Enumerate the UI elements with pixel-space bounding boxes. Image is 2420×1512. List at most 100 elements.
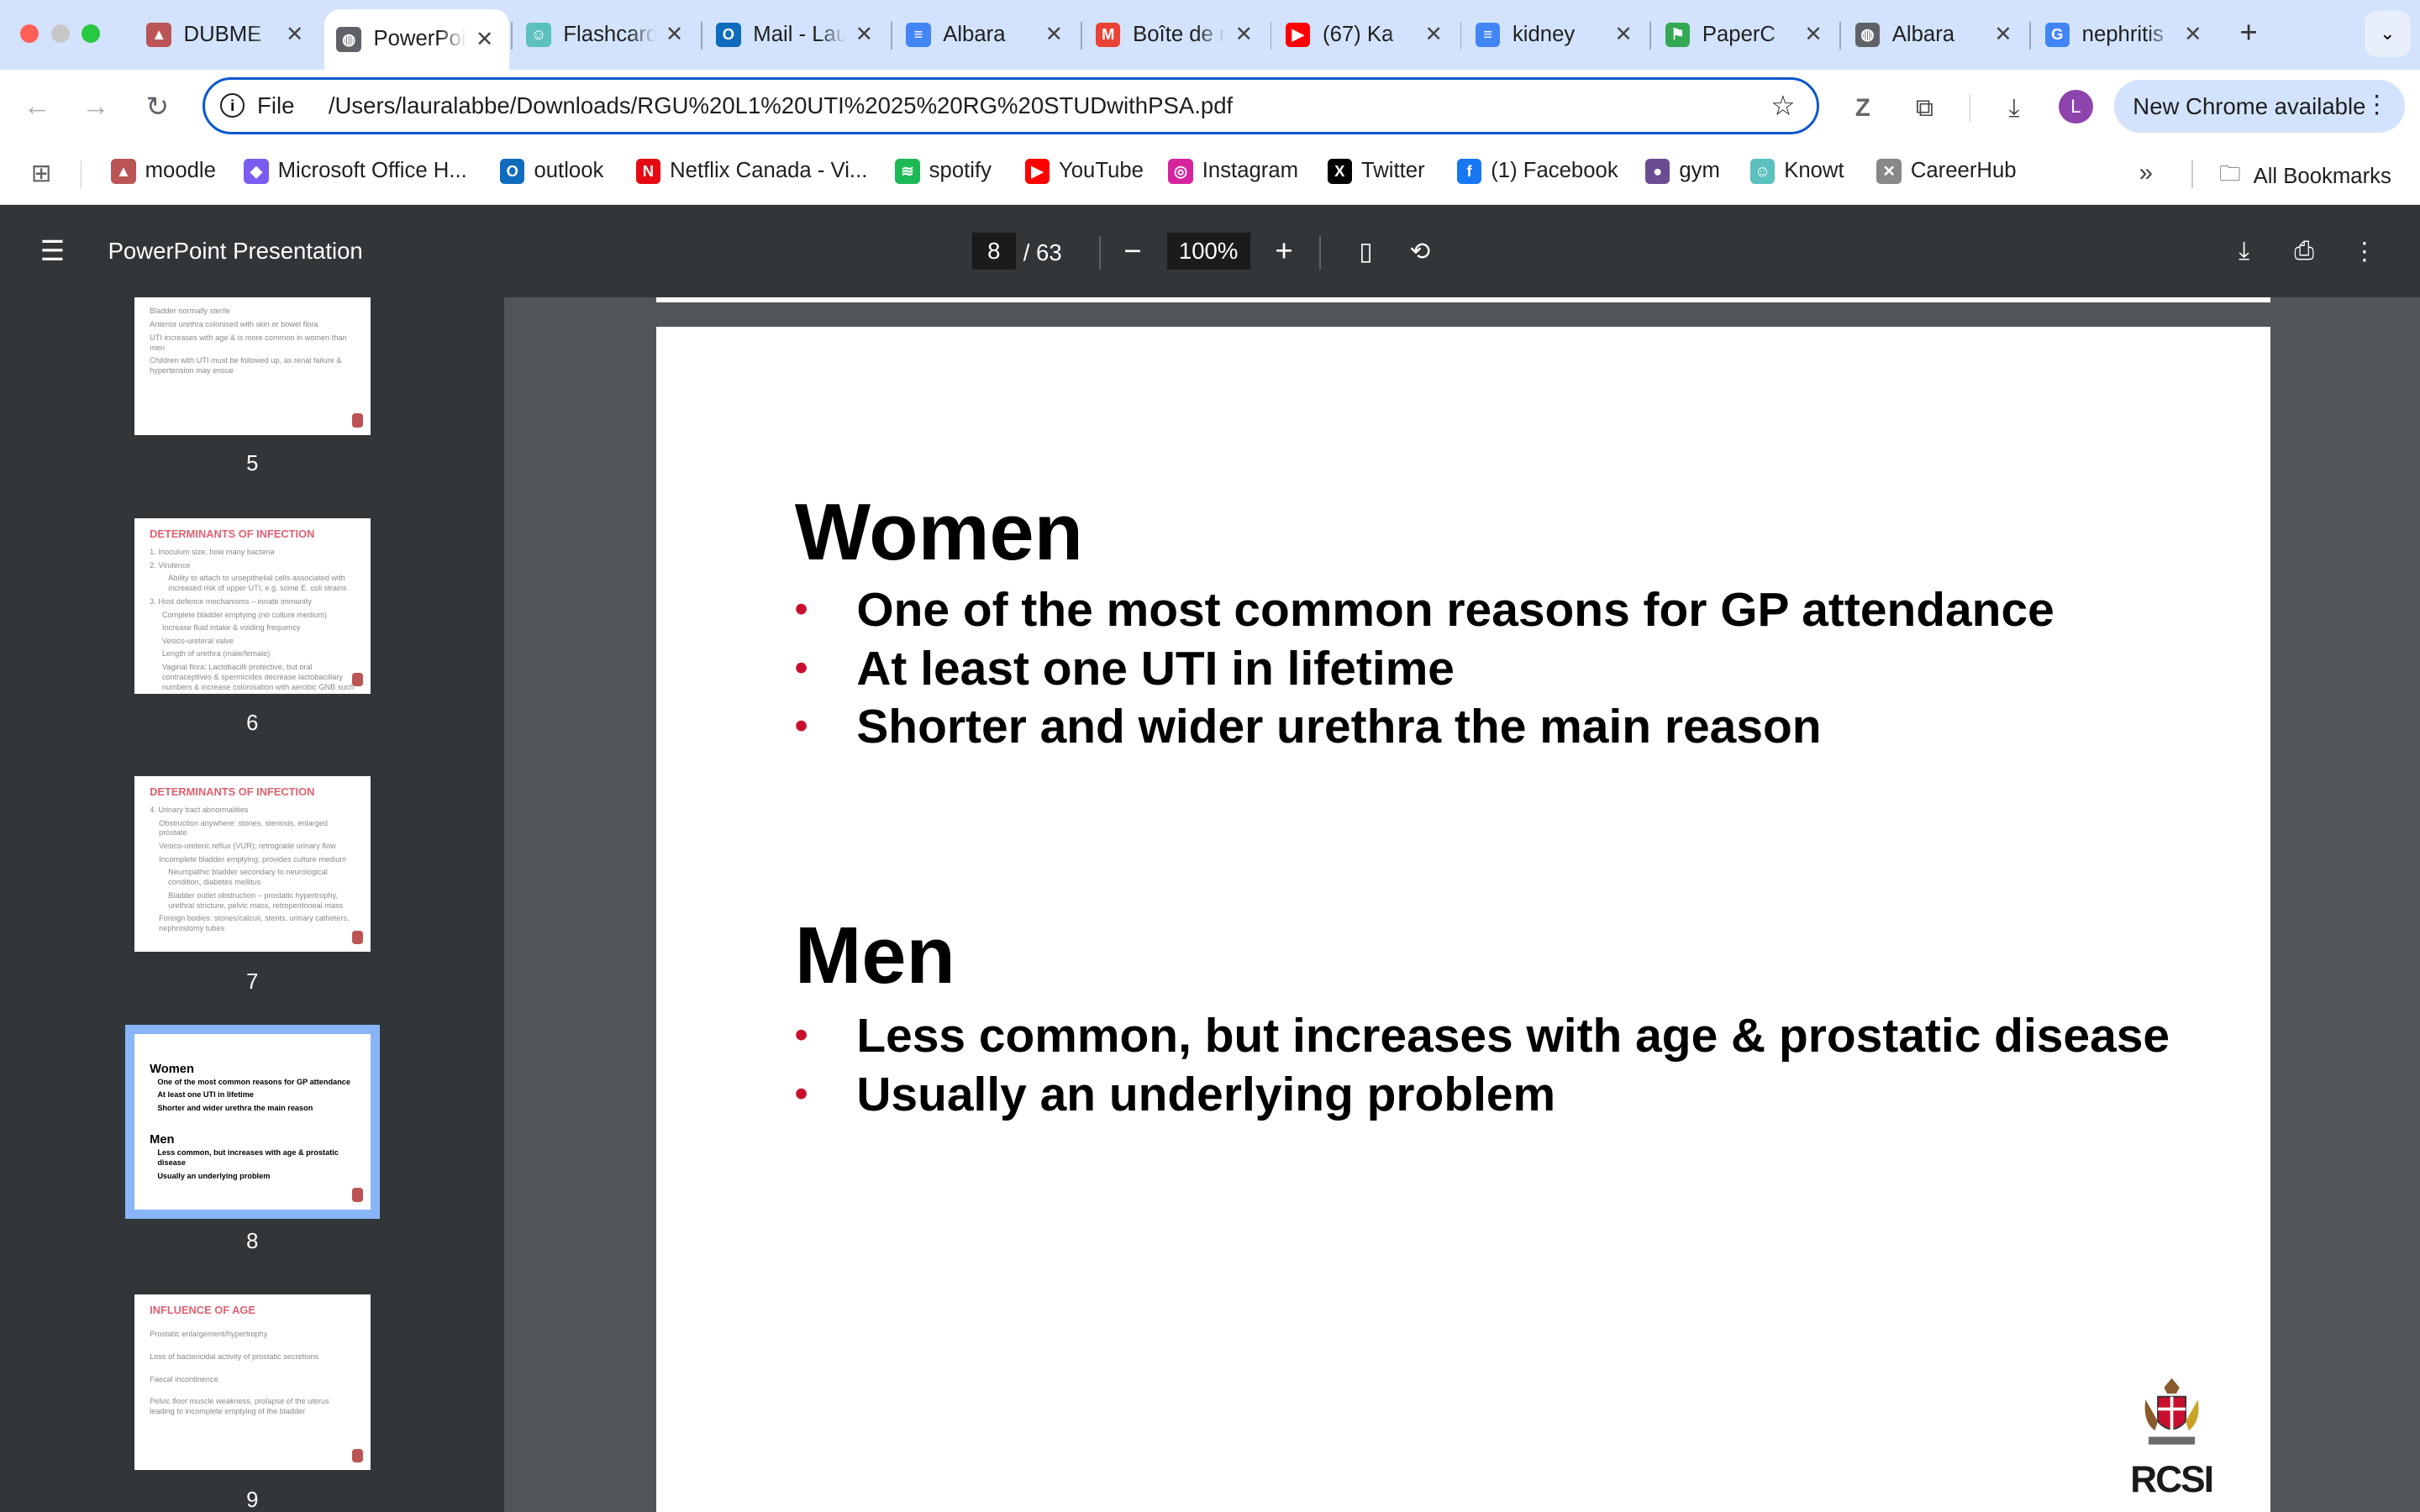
bookmark-6[interactable]: ◎ Instagram: [1168, 159, 1298, 184]
extension-z-icon[interactable]: Z: [1846, 91, 1880, 124]
bookmark-7[interactable]: X Twitter: [1327, 159, 1425, 184]
bookmarks-bar: ⊞ ▲ moodle ◆ Microsoft Office H... Ooutlook N…: [0, 143, 2420, 206]
close-window-button[interactable]: [19, 24, 39, 44]
profile-avatar[interactable]: L: [2059, 89, 2093, 123]
tab-8[interactable]: ⚑ PaperC ✕: [1653, 9, 1838, 60]
globe-icon: ◍: [1854, 22, 1881, 47]
bookmark-label: spotify: [929, 159, 992, 183]
gmail-icon: M: [1096, 22, 1121, 47]
men-point: Less common, but increases with age & pr…: [795, 1011, 2184, 1060]
bookmark-9[interactable]: ● gym: [1644, 159, 1720, 184]
rotate-icon[interactable]: ⟲: [1402, 233, 1439, 270]
page-number-input[interactable]: 8: [972, 233, 1016, 270]
close-icon[interactable]: ✕: [472, 27, 497, 52]
folder-icon: 🗀: [2219, 162, 2241, 186]
women-point: At least one UTI in lifetime: [795, 644, 2184, 693]
tab-2[interactable]: ☺ Flashcards ✕: [514, 9, 699, 60]
menu-hamburger-icon[interactable]: ☰: [34, 233, 71, 270]
bookmark-3[interactable]: N Netflix Canada - Vi...: [635, 159, 867, 184]
bookmark-label: gym: [1679, 159, 1720, 183]
office-icon: ◆: [244, 159, 269, 184]
tab-10[interactable]: Gnephritis ✕: [2033, 9, 2217, 60]
thumbnail-page-6[interactable]: DETERMINANTS OF INFECTION 1. Inoculum si…: [134, 518, 371, 695]
zoom-level-input[interactable]: 100%: [1166, 233, 1250, 270]
bookmark-4[interactable]: ≋ spotify: [895, 159, 992, 184]
info-icon[interactable]: i: [219, 93, 245, 118]
zoom-in-button[interactable]: +: [1265, 233, 1302, 270]
apps-grid-icon[interactable]: ⊞: [31, 159, 52, 188]
pdf-viewport[interactable]: Women One of the most common reasons for…: [504, 297, 2420, 1512]
maximize-window-button[interactable]: [82, 24, 101, 44]
close-icon[interactable]: ✕: [852, 22, 876, 47]
tab-0[interactable]: ▲ DUBME ✕: [134, 9, 319, 60]
bookmark-11[interactable]: ✕ CareerHub: [1876, 159, 2017, 184]
thumbnail-sidebar[interactable]: Bladder normally sterile Anterior urethr…: [0, 297, 505, 1512]
plus-icon: +: [1275, 234, 1293, 269]
close-icon[interactable]: ✕: [1422, 22, 1446, 47]
fit-page-icon[interactable]: ▯: [1347, 233, 1384, 270]
thumbnail-page-9[interactable]: INFLUENCE OF AGE Prostatic enlargement/h…: [134, 1294, 371, 1471]
thumbnail-page-8[interactable]: Women One of the most common reasons for…: [124, 1024, 380, 1219]
tab-6[interactable]: ▶ (67) Ka ✕: [1273, 9, 1458, 60]
minimize-window-button[interactable]: [50, 24, 70, 44]
print-icon[interactable]: ⎙: [2286, 233, 2323, 270]
tab-title: kidney: [1512, 22, 1576, 46]
bookmark-2[interactable]: Ooutlook: [500, 159, 603, 184]
docs-icon: ≡: [906, 22, 931, 47]
close-icon[interactable]: ✕: [1042, 22, 1066, 47]
tab-3[interactable]: O Mail - Laura ✕: [704, 9, 889, 60]
thumb-line: Shorter and wider urethra the main reaso…: [157, 1103, 313, 1112]
tab-7[interactable]: ≡ kidney ✕: [1463, 9, 1648, 60]
bookmark-8[interactable]: f (1) Facebook: [1456, 159, 1618, 184]
arrow-right-icon: →: [82, 90, 110, 122]
bookmark-1[interactable]: ◆ Microsoft Office H...: [244, 159, 467, 184]
men-heading: Men: [794, 911, 955, 1000]
zoom-out-button[interactable]: −: [1114, 233, 1151, 270]
url-text[interactable]: /Users/lauralabbe/Downloads/RGU%20L1%20U…: [329, 92, 1233, 119]
tab-strip: ▲DUBME✕◍PowerPoint Presentation✕☺Flashca…: [0, 0, 2420, 70]
arrow-left-icon: ←: [23, 90, 51, 122]
close-icon[interactable]: ✕: [662, 22, 687, 47]
more-options-icon[interactable]: ⋮: [2346, 233, 2383, 270]
close-icon[interactable]: ✕: [1991, 22, 2015, 47]
downloads-icon[interactable]: ⤓: [1997, 91, 2031, 124]
all-bookmarks-button[interactable]: 🗀 All Bookmarks: [2219, 159, 2391, 195]
thumb-heading: DETERMINANTS OF INFECTION: [150, 785, 315, 798]
new-tab-button[interactable]: +: [2232, 15, 2265, 50]
extensions-puzzle-icon[interactable]: ⧉: [1907, 91, 1941, 124]
docs-icon: ≡: [1475, 22, 1501, 47]
close-icon[interactable]: ✕: [2181, 22, 2205, 47]
tab-1[interactable]: ◍ PowerPoint Presentation✕: [324, 9, 510, 70]
tab-9[interactable]: ◍ Albara ✕: [1843, 9, 2028, 60]
bookmarks-overflow-icon[interactable]: »: [2139, 159, 2153, 187]
address-bar[interactable]: i File /Users/lauralabbe/Downloads/RGU%2…: [202, 76, 1820, 134]
tab-search-button[interactable]: ⌄: [2364, 10, 2411, 57]
thumb-heading: Men: [150, 1132, 175, 1147]
bookmark-star-icon[interactable]: ☆: [1770, 89, 1796, 123]
thumb-line: Pelvic floor muscle weakness, prolapse o…: [150, 1397, 329, 1416]
knowt-icon: ☺: [1749, 159, 1776, 184]
tab-4[interactable]: ≡ Albara ✕: [893, 9, 1078, 60]
close-icon[interactable]: ✕: [1612, 22, 1636, 47]
thumbnail-page-5[interactable]: Bladder normally sterile Anterior urethr…: [134, 297, 371, 435]
back-button[interactable]: ←: [18, 88, 55, 125]
rcsi-logo: RCSI: [2128, 1375, 2215, 1501]
tab-separator: [2029, 21, 2032, 50]
women-point: One of the most common reasons for GP at…: [795, 585, 2184, 634]
tab-5[interactable]: M Boîte de réception ✕: [1083, 9, 1268, 60]
new-chrome-available-button[interactable]: New Chrome available ⋮: [2114, 80, 2405, 133]
thumbnail-page-7[interactable]: DETERMINANTS OF INFECTION 4. Urinary tra…: [134, 775, 371, 953]
close-icon[interactable]: ✕: [1232, 22, 1256, 47]
forward-button[interactable]: →: [77, 88, 114, 125]
reload-button[interactable]: ↻: [139, 88, 176, 125]
close-icon[interactable]: ✕: [1801, 22, 1825, 47]
bookmark-5[interactable]: ▶ YouTube: [1024, 159, 1144, 184]
bookmark-10[interactable]: ☺ Knowt: [1749, 159, 1844, 184]
download-icon[interactable]: ⤓: [2226, 233, 2263, 270]
thumb-line: At least one UTI in lifetime: [157, 1090, 254, 1100]
toolbar-divider: [1969, 94, 1971, 123]
bookmark-0[interactable]: ▲ moodle: [111, 159, 216, 184]
thumb-line: Faecal incontinence: [150, 1374, 218, 1383]
close-icon[interactable]: ✕: [282, 22, 307, 47]
reload-icon: ↻: [145, 91, 170, 123]
